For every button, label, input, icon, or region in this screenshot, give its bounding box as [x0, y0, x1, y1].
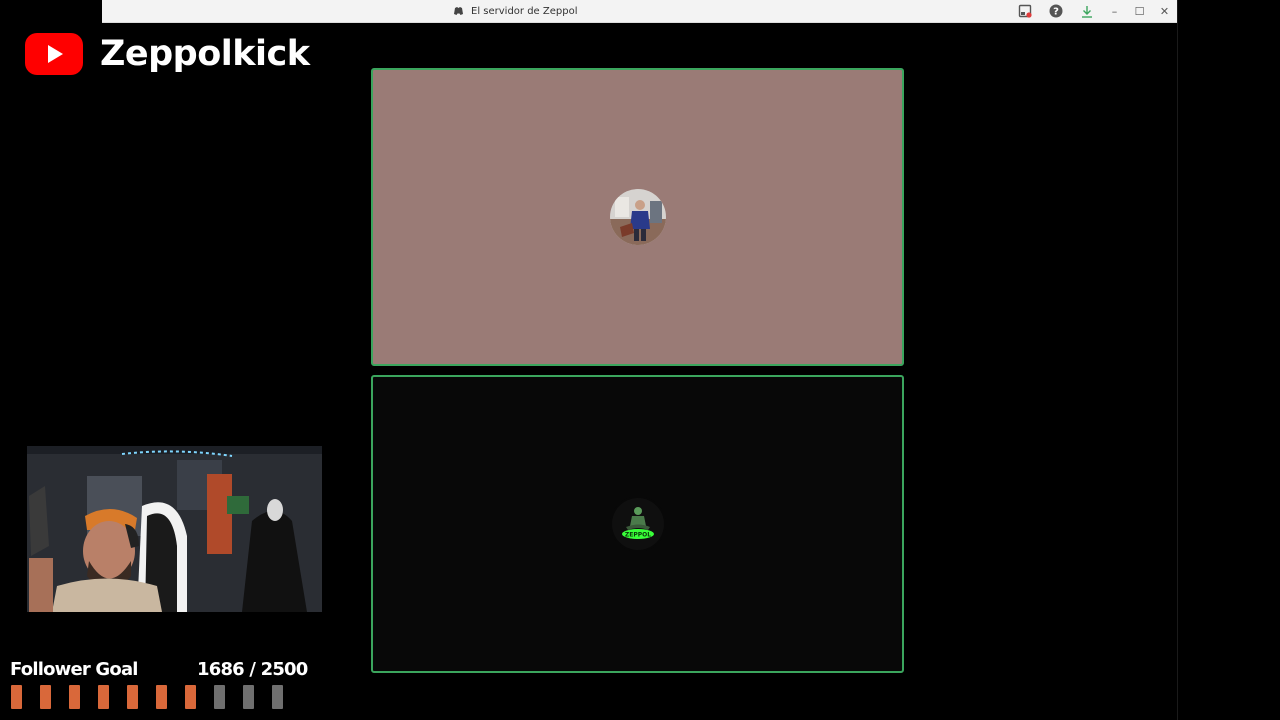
minimize-button[interactable]: – — [1102, 0, 1127, 22]
close-button[interactable]: ✕ — [1152, 0, 1177, 22]
svg-text:?: ? — [1053, 7, 1059, 18]
zeppol-logo-avatar[interactable]: ZEPPOL — [609, 496, 666, 552]
discord-app-icon — [452, 6, 465, 16]
window-edge — [1177, 0, 1178, 720]
svg-text:ZEPPOL: ZEPPOL — [624, 532, 650, 539]
goal-segment-filled — [156, 685, 167, 709]
follower-goal-label: Follower Goal — [10, 659, 138, 680]
goal-segment-filled — [11, 685, 22, 709]
maximize-button[interactable]: ☐ — [1127, 0, 1152, 22]
help-icon[interactable]: ? — [1040, 0, 1071, 22]
download-icon[interactable] — [1071, 0, 1102, 22]
youtube-play-icon — [25, 33, 83, 75]
channel-name: Zeppolkick — [100, 34, 310, 74]
call-tile-user-1[interactable] — [371, 68, 904, 366]
call-tile-user-2[interactable]: ZEPPOL — [371, 375, 904, 673]
webcam-feed — [27, 446, 322, 612]
goal-segment-filled — [98, 685, 109, 709]
window-title-bar[interactable]: El servidor de Zeppol ? – ☐ ✕ — [102, 0, 1177, 23]
window-title: El servidor de Zeppol — [471, 5, 578, 17]
goal-segment-filled — [40, 685, 51, 709]
goal-segment-empty — [214, 685, 225, 709]
goal-segment-filled — [69, 685, 80, 709]
goal-segment-filled — [127, 685, 138, 709]
follower-goal-count: 1686 / 2500 — [197, 659, 308, 680]
goal-segment-empty — [272, 685, 283, 709]
user-photo-avatar[interactable] — [609, 189, 666, 245]
channel-brand: Zeppolkick — [25, 33, 310, 75]
screen-record-icon[interactable] — [1009, 0, 1040, 22]
goal-segment-filled — [185, 685, 196, 709]
goal-segment-empty — [243, 685, 254, 709]
